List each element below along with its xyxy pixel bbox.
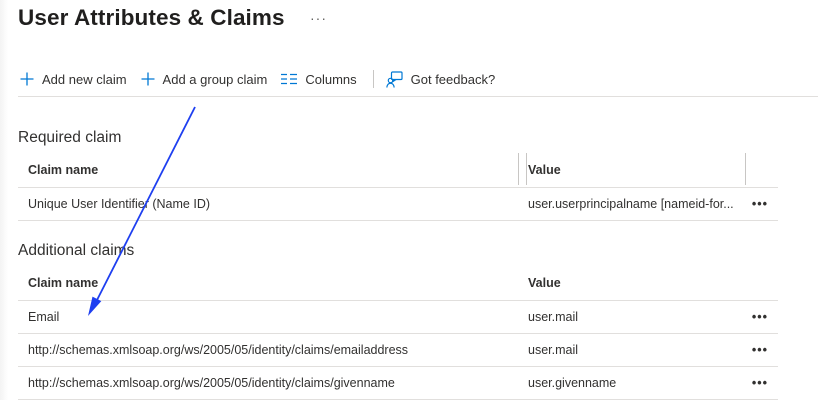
row-more-button[interactable]: ••• [748, 334, 772, 366]
column-header-claim-name[interactable]: Claim name [28, 266, 518, 300]
claim-name-cell: http://schemas.xmlsoap.org/ws/2005/05/id… [28, 376, 395, 390]
column-header-value[interactable]: Value [528, 153, 748, 187]
required-claim-heading: Required claim [18, 129, 122, 146]
additional-claims-grid: Claim name Value Email user.mail ••• htt… [18, 266, 778, 400]
table-row[interactable]: http://schemas.xmlsoap.org/ws/2005/05/id… [18, 334, 778, 367]
grid-header-row: Claim name Value [18, 153, 778, 188]
claim-value-cell: user.mail [528, 310, 579, 324]
add-new-claim-label: Add new claim [42, 71, 127, 87]
grid-header-row: Claim name Value [18, 266, 778, 301]
columns-button[interactable]: Columns [281, 64, 357, 94]
column-header-value[interactable]: Value [528, 266, 748, 300]
add-group-claim-button[interactable]: Add a group claim [141, 64, 268, 94]
feedback-label: Got feedback? [410, 71, 496, 87]
table-row[interactable]: Unique User Identifier (Name ID) user.us… [18, 188, 778, 221]
column-header-claim-name[interactable]: Claim name [28, 153, 518, 187]
row-more-button[interactable]: ••• [748, 301, 772, 333]
left-edge-shadow [0, 0, 8, 400]
claim-name-cell: Unique User Identifier (Name ID) [28, 197, 211, 211]
column-resize-handle[interactable] [518, 153, 519, 185]
feedback-button[interactable]: Got feedback? [385, 64, 496, 94]
claim-value-cell: user.userprincipalname [nameid-for... [528, 197, 734, 211]
plus-icon [20, 72, 34, 86]
additional-claims-heading: Additional claims [18, 242, 135, 259]
column-resize-handle[interactable] [745, 153, 746, 185]
columns-icon [281, 73, 298, 85]
plus-icon [141, 72, 155, 86]
columns-label: Columns [305, 71, 357, 87]
title-more-button[interactable]: ··· [310, 10, 327, 26]
claim-name-cell: http://schemas.xmlsoap.org/ws/2005/05/id… [28, 343, 409, 357]
claim-value-cell: user.mail [528, 343, 579, 357]
table-row[interactable]: http://schemas.xmlsoap.org/ws/2005/05/id… [18, 367, 778, 400]
required-claim-grid: Claim name Value Unique User Identifier … [18, 153, 778, 221]
row-more-button[interactable]: ••• [748, 188, 772, 220]
column-resize-handle[interactable] [526, 153, 527, 185]
claim-value-cell: user.givenname [528, 376, 617, 390]
command-bar-divider [18, 96, 818, 97]
page-title: User Attributes & Claims [18, 5, 285, 30]
claim-name-cell: Email [28, 310, 60, 324]
add-new-claim-button[interactable]: Add new claim [20, 64, 127, 94]
command-bar: Add new claim Add a group claim Columns … [20, 64, 509, 94]
feedback-icon [385, 70, 403, 88]
table-row[interactable]: Email user.mail ••• [18, 301, 778, 334]
add-group-claim-label: Add a group claim [162, 71, 268, 87]
row-more-button[interactable]: ••• [748, 367, 772, 399]
toolbar-divider [372, 70, 374, 88]
page: User Attributes & Claims ··· Add new cla… [0, 0, 818, 400]
